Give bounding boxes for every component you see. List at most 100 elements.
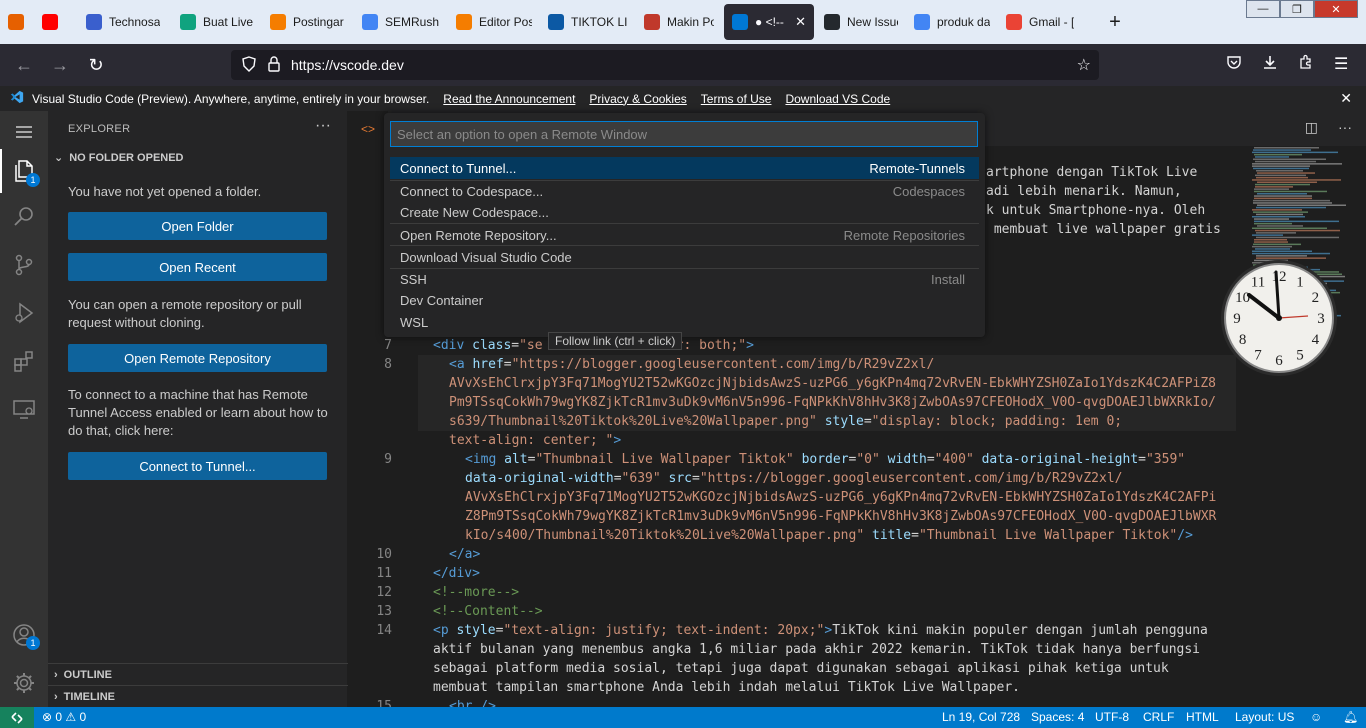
settings-gear-icon[interactable] [0,662,48,704]
language-mode[interactable]: HTML [1186,710,1219,724]
quick-pick-item-create-codespace[interactable]: Create New Codespace... [390,201,979,223]
code-line[interactable]: <p style="text-align: justify; text-inde… [433,623,1208,638]
extensions-icon[interactable] [0,340,48,382]
code-line[interactable]: aktif bulanan yang menembus angka 1,6 mi… [433,642,1200,657]
quick-pick-item-connect-codespace[interactable]: Connect to Codespace... Codespaces [390,180,979,202]
browser-tab[interactable] [0,0,34,44]
bookmark-star-icon[interactable]: ☆ [1077,55,1091,75]
split-editor-icon[interactable]: ◫ [1305,119,1318,136]
code-line[interactable]: <img alt="Thumbnail Live Wallpaper Tikto… [465,452,1185,467]
code-partial-line[interactable]: adi lebih menarik. Namun, [986,184,1182,199]
end-of-line[interactable]: CRLF [1143,710,1174,724]
indentation[interactable]: Spaces: 4 [1031,710,1084,724]
quick-pick-item-connect-tunnel[interactable]: Connect to Tunnel... Remote-Tunnels [390,157,979,179]
minimap-line [1254,222,1292,225]
quick-pick-item-download-vscode[interactable]: Download Visual Studio Code [390,246,979,268]
code-line[interactable]: Z8Pm9TSsqCokWh79wgYK8ZjkTcR1mv3uDk9vM6nV… [465,509,1216,524]
terms-link[interactable]: Terms of Use [701,92,772,106]
feedback-icon[interactable]: ☺ [1310,710,1322,724]
open-recent-button[interactable]: Open Recent [68,253,327,281]
browser-tab[interactable]: Postingar [262,0,354,44]
code-line[interactable]: </a> [449,547,480,562]
line-number: 8 [384,357,392,372]
tracking-shield-icon[interactable] [241,55,257,75]
code-line[interactable]: <a href="https://blogger.googleuserconte… [449,357,934,372]
browser-tab[interactable]: New Issue [816,0,906,44]
connect-to-tunnel-button[interactable]: Connect to Tunnel... [68,452,327,480]
code-line[interactable]: s639/Thumbnail%20Tiktok%20Live%20Wallpap… [449,414,1122,429]
browser-tab[interactable]: ● <!--I ✕ [724,4,814,40]
downloads-icon[interactable] [1262,54,1278,75]
browser-tab[interactable]: TIKTOK LI [540,0,636,44]
code-line[interactable]: <!--more--> [433,585,519,600]
open-folder-button[interactable]: Open Folder [68,212,327,240]
browser-tab[interactable]: Makin Po [636,0,722,44]
more-actions-icon[interactable]: ··· [315,117,331,135]
no-folder-section-header[interactable]: ⌄ NO FOLDER OPENED [54,151,184,165]
quick-pick-item-wsl[interactable]: WSL [390,311,979,333]
menu-hamburger-icon[interactable] [0,111,48,153]
cursor-position[interactable]: Ln 19, Col 728 [942,710,1020,724]
outline-section-header[interactable]: › OUTLINE [48,663,348,685]
code-line[interactable]: AVvXsEhClrxjpY3Fq71MogYU2T52wKGOzcjNjbid… [465,490,1216,505]
code-line[interactable]: AVvXsEhClrxjpY3Fq71MogYU2T52wKGOzcjNjbid… [449,376,1216,391]
accounts-icon[interactable]: 1 [0,614,48,656]
code-partial-line[interactable]: artphone dengan TikTok Live [986,165,1197,180]
code-line[interactable]: <!--Content--> [433,604,543,619]
close-window-button[interactable]: ✕ [1314,0,1358,18]
explorer-icon[interactable]: 1 [0,149,48,193]
problems-indicator[interactable]: ⊗ 0 ⚠ 0 [42,710,86,724]
minimize-button[interactable]: — [1246,0,1280,18]
menu-icon[interactable]: ☰ [1334,54,1348,74]
browser-tab[interactable]: Technosa [78,0,172,44]
search-icon[interactable] [0,196,48,238]
close-tab-icon[interactable]: ✕ [795,14,806,30]
notifications-bell-icon[interactable]: 🔔︎ [1343,710,1358,724]
close-icon[interactable]: ✕ [1340,90,1352,107]
code-line[interactable]: Pm9TSsqCokWh79wgYK8ZjkTcR1mv3uDk9vM6nV5n… [449,395,1216,410]
quick-pick-input[interactable]: Select an option to open a Remote Window [390,121,978,147]
timeline-section-header[interactable]: › TIMELINE [48,685,348,707]
code-line[interactable]: membuat tampilan smartphone Anda lebih i… [433,680,1020,695]
browser-tab[interactable]: Editor Pos [448,0,540,44]
lock-icon[interactable] [267,55,281,75]
maximize-button[interactable]: ❐ [1280,0,1314,18]
download-link[interactable]: Download VS Code [785,92,890,106]
minimap[interactable] [1250,147,1354,707]
editor-tab-html[interactable]: <> [348,111,388,146]
url-text[interactable]: https://vscode.dev [291,57,404,73]
privacy-link[interactable]: Privacy & Cookies [589,92,686,106]
forward-arrow-icon[interactable]: → [44,49,76,81]
new-tab-button[interactable]: + [1102,9,1128,35]
back-arrow-icon[interactable]: ← [8,49,40,81]
browser-tab[interactable]: Gmail - [ [998,0,1096,44]
code-line[interactable]: kIo/s400/Thumbnail%20Tiktok%20Live%20Wal… [465,528,1193,543]
run-debug-icon[interactable] [0,292,48,334]
extensions-icon[interactable] [1298,54,1314,75]
quick-pick-item-ssh[interactable]: SSH Install [390,268,979,290]
remote-explorer-icon[interactable] [0,388,48,430]
code-partial-line[interactable]: membuat live wallpaper gratis [986,222,1221,237]
pocket-icon[interactable] [1226,54,1242,75]
code-line[interactable]: <br /> [449,699,496,707]
url-bar[interactable]: https://vscode.dev ☆ [231,50,1099,80]
code-line[interactable]: data-original-width="639" src="https://b… [465,471,1122,486]
source-control-icon[interactable] [0,244,48,286]
announcement-link[interactable]: Read the Announcement [443,92,575,106]
browser-tab[interactable] [34,0,78,44]
quick-pick-item-dev-container[interactable]: Dev Container [390,289,979,311]
remote-indicator-icon[interactable] [0,707,34,728]
code-line[interactable]: sebagai platform media sosial, tetapi ju… [433,661,1169,676]
browser-tab[interactable]: SEMRush [354,0,448,44]
browser-tab[interactable]: produk da [906,0,998,44]
more-actions-icon[interactable]: ··· [1338,119,1352,136]
browser-tab[interactable]: Buat Live [172,0,262,44]
code-partial-line[interactable]: k untuk Smartphone-nya. Oleh [986,203,1205,218]
quick-pick-item-open-remote-repo[interactable]: Open Remote Repository... Remote Reposit… [390,224,979,246]
keyboard-layout[interactable]: Layout: US [1235,710,1294,724]
encoding[interactable]: UTF-8 [1095,710,1129,724]
open-remote-repository-button[interactable]: Open Remote Repository [68,344,327,372]
reload-icon[interactable]: ↻ [80,49,112,81]
code-line[interactable]: text-align: center; "> [449,433,621,448]
code-line[interactable]: </div> [433,566,480,581]
